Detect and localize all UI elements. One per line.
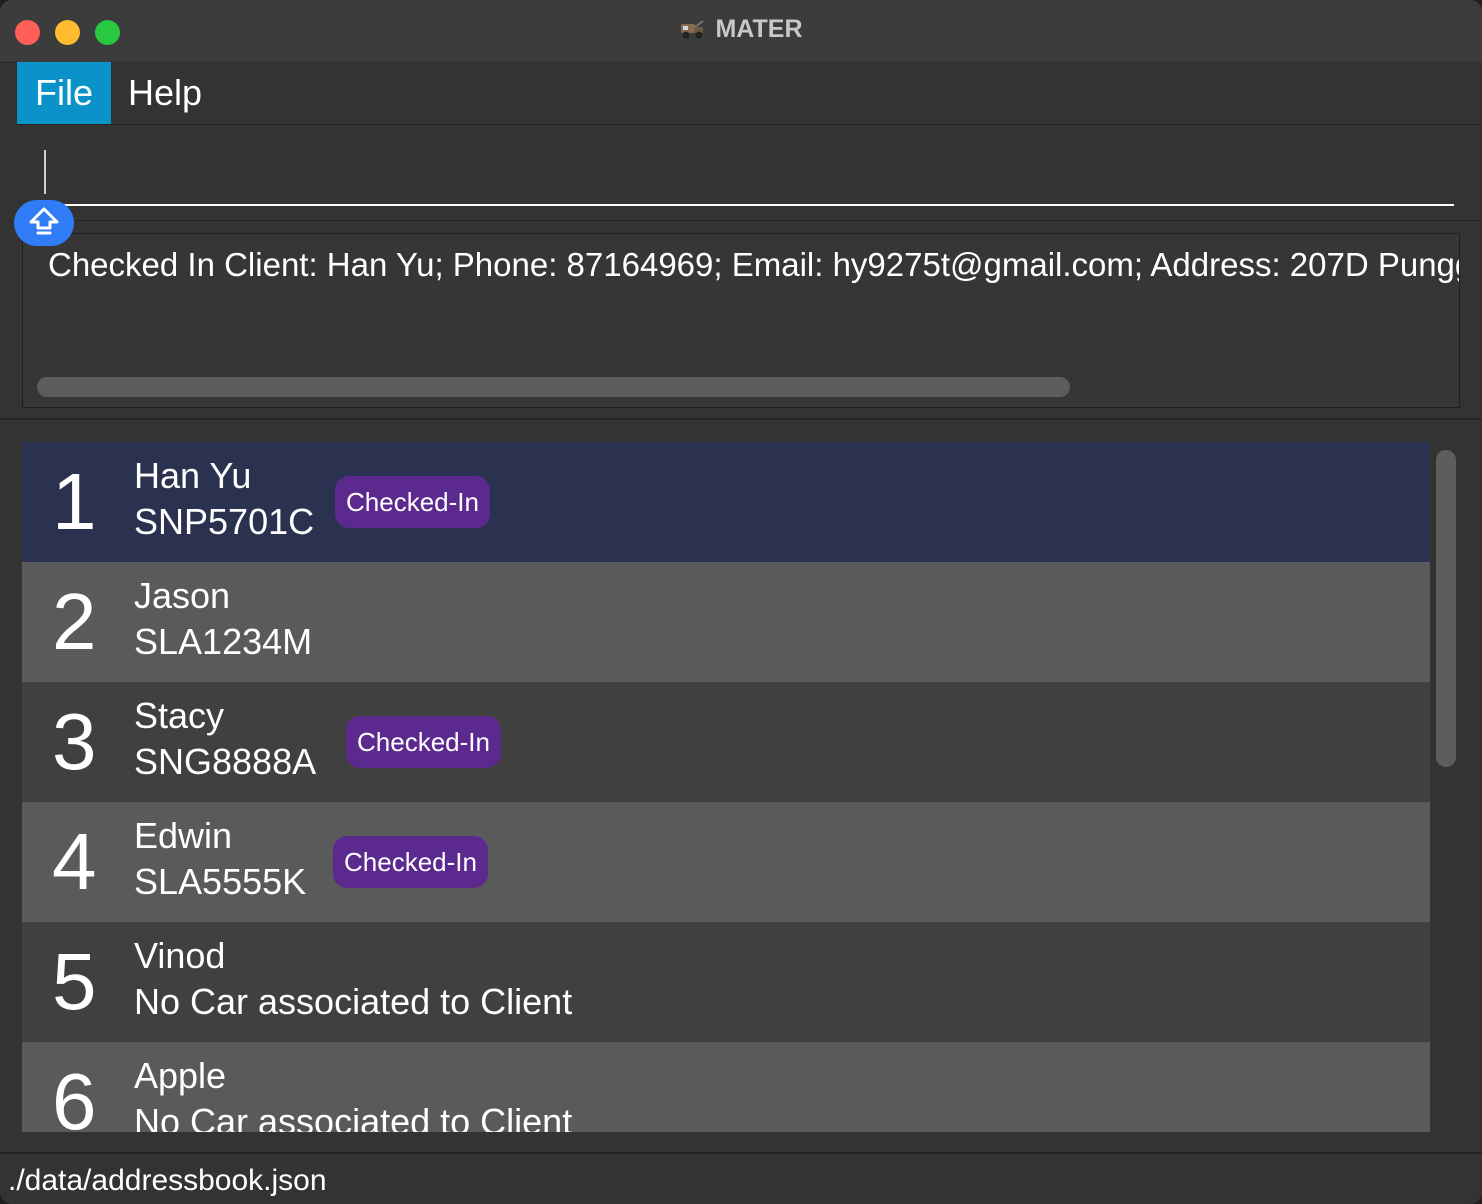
client-name: Apple: [134, 1055, 227, 1096]
menu-file[interactable]: File: [17, 62, 112, 124]
client-row-1[interactable]: 1 Han Yu SNP5701C Checked-In: [22, 442, 1430, 562]
window-title-group: MATER: [0, 15, 1482, 44]
send-command-button[interactable]: [14, 200, 74, 246]
client-row-4[interactable]: 4 Edwin SLA5555K Checked-In: [22, 802, 1430, 922]
result-display: Checked In Client: Han Yu; Phone: 871649…: [22, 233, 1460, 408]
client-name: Edwin: [134, 815, 233, 856]
checked-in-badge: Checked-In: [333, 836, 488, 888]
client-car-plate: SLA5555K: [134, 861, 307, 902]
client-name: Stacy: [134, 695, 225, 736]
checked-in-badge: Checked-In: [335, 476, 490, 528]
window-title: MATER: [715, 15, 803, 43]
tow-truck-icon: [679, 18, 707, 40]
client-row-3[interactable]: 3 Stacy SNG8888A Checked-In: [22, 682, 1430, 802]
result-horizontal-scrollbar[interactable]: [37, 377, 1070, 397]
client-car-plate: SLA1234M: [134, 621, 313, 662]
client-index: 6: [52, 1057, 97, 1132]
client-car-plate: SNP5701C: [134, 501, 315, 542]
client-index: 3: [52, 697, 97, 786]
client-row-6[interactable]: 6 Apple No Car associated to Client: [22, 1042, 1430, 1132]
client-list[interactable]: 1 Han Yu SNP5701C Checked-In 2 Jason SLA…: [22, 442, 1430, 1132]
client-row-2[interactable]: 2 Jason SLA1234M: [22, 562, 1430, 682]
menu-help[interactable]: Help: [110, 62, 220, 124]
client-name: Jason: [134, 575, 231, 616]
client-index: 4: [52, 817, 97, 906]
menu-bar: File Help: [17, 62, 1482, 125]
data-file-path: ./data/addressbook.json: [8, 1164, 327, 1197]
app-window: MATER File Help Checked In Client: Han Y…: [0, 0, 1482, 1204]
client-car-plate: No Car associated to Client: [134, 1101, 573, 1132]
client-name: Han Yu: [134, 455, 252, 496]
command-input[interactable]: [44, 149, 1454, 206]
status-bar: ./data/addressbook.json: [0, 1152, 1482, 1204]
client-index: 5: [52, 937, 97, 1026]
client-row-5[interactable]: 5 Vinod No Car associated to Client: [22, 922, 1430, 1042]
send-up-arrow-icon: [29, 207, 59, 235]
command-box: [17, 125, 1482, 221]
client-list-scrollbar[interactable]: [1436, 450, 1456, 767]
client-name: Vinod: [134, 935, 226, 976]
client-index: 2: [52, 577, 97, 666]
result-message: Checked In Client: Han Yu; Phone: 871649…: [48, 246, 1460, 283]
text-caret: [44, 150, 46, 194]
client-index: 1: [52, 457, 97, 546]
title-bar: MATER: [0, 0, 1482, 63]
checked-in-badge: Checked-In: [346, 716, 501, 768]
client-car-plate: No Car associated to Client: [134, 981, 573, 1022]
client-car-plate: SNG8888A: [134, 741, 317, 782]
section-divider: [0, 418, 1482, 420]
